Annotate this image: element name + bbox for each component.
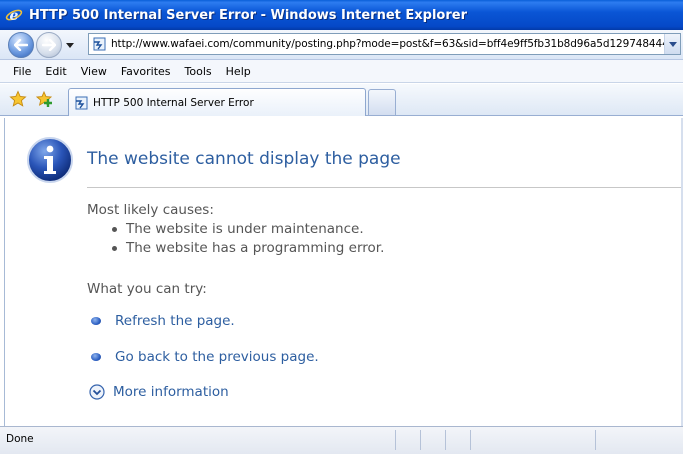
refresh-link[interactable]: Refresh the page. — [91, 313, 235, 329]
address-bar[interactable]: http://www.wafaei.com/community/posting.… — [88, 33, 681, 55]
broken-page-icon — [91, 36, 109, 52]
bullet-icon — [91, 317, 101, 325]
window-titlebar[interactable]: e HTTP 500 Internal Server Error - Windo… — [0, 0, 683, 30]
status-divider — [470, 430, 471, 450]
menu-help[interactable]: Help — [219, 63, 258, 80]
more-information-toggle[interactable]: More information — [89, 384, 229, 400]
list-item: The website is under maintenance. — [112, 221, 364, 237]
more-information-text[interactable]: More information — [113, 384, 229, 400]
go-back-link-text[interactable]: Go back to the previous page. — [115, 349, 319, 365]
causes-label: Most likely causes: — [87, 202, 214, 218]
menu-edit[interactable]: Edit — [38, 63, 73, 80]
favorites-star-icon[interactable] — [9, 90, 27, 108]
chevron-down-icon — [66, 42, 74, 48]
tab-active[interactable]: HTTP 500 Internal Server Error — [68, 88, 366, 116]
ie-logo-icon: e — [5, 6, 23, 24]
address-url[interactable]: http://www.wafaei.com/community/posting.… — [111, 38, 664, 50]
expand-circle-icon[interactable] — [89, 384, 105, 400]
cause-text: The website is under maintenance. — [126, 221, 364, 237]
status-divider — [595, 430, 596, 450]
go-back-link[interactable]: Go back to the previous page. — [91, 349, 319, 365]
menu-bar: File Edit View Favorites Tools Help — [0, 60, 683, 83]
status-divider — [445, 430, 446, 450]
address-dropdown[interactable] — [664, 34, 680, 54]
window-title: HTTP 500 Internal Server Error - Windows… — [29, 7, 467, 23]
bullet-icon — [112, 226, 117, 232]
tab-bar: HTTP 500 Internal Server Error — [0, 84, 683, 116]
add-favorite-icon[interactable] — [35, 90, 54, 108]
svg-text:e: e — [10, 8, 19, 24]
arrow-left-icon — [14, 39, 28, 51]
list-item: The website has a programming error. — [112, 240, 384, 256]
divider — [87, 187, 683, 188]
status-text: Done — [6, 433, 34, 445]
info-icon — [26, 136, 74, 184]
menu-tools[interactable]: Tools — [178, 63, 219, 80]
try-label: What you can try: — [87, 281, 207, 297]
status-divider — [420, 430, 421, 450]
broken-page-icon — [73, 95, 91, 111]
bullet-icon — [91, 353, 101, 361]
page-title: The website cannot display the page — [87, 149, 401, 169]
menu-favorites[interactable]: Favorites — [114, 63, 178, 80]
bullet-icon — [112, 245, 117, 251]
navigation-bar: http://www.wafaei.com/community/posting.… — [0, 30, 683, 60]
menu-view[interactable]: View — [74, 63, 114, 80]
status-divider — [395, 430, 396, 450]
tab-label: HTTP 500 Internal Server Error — [93, 96, 254, 109]
forward-button[interactable] — [36, 32, 62, 58]
refresh-link-text[interactable]: Refresh the page. — [115, 313, 235, 329]
back-button[interactable] — [8, 32, 34, 58]
chevron-down-icon — [668, 41, 677, 47]
page-content: The website cannot display the page Most… — [4, 118, 683, 426]
cause-text: The website has a programming error. — [126, 240, 385, 256]
menu-file[interactable]: File — [6, 63, 38, 80]
status-bar: Done — [0, 426, 683, 454]
new-tab-button[interactable] — [368, 89, 396, 115]
recent-pages-dropdown[interactable] — [64, 40, 76, 50]
arrow-right-icon — [42, 39, 56, 51]
